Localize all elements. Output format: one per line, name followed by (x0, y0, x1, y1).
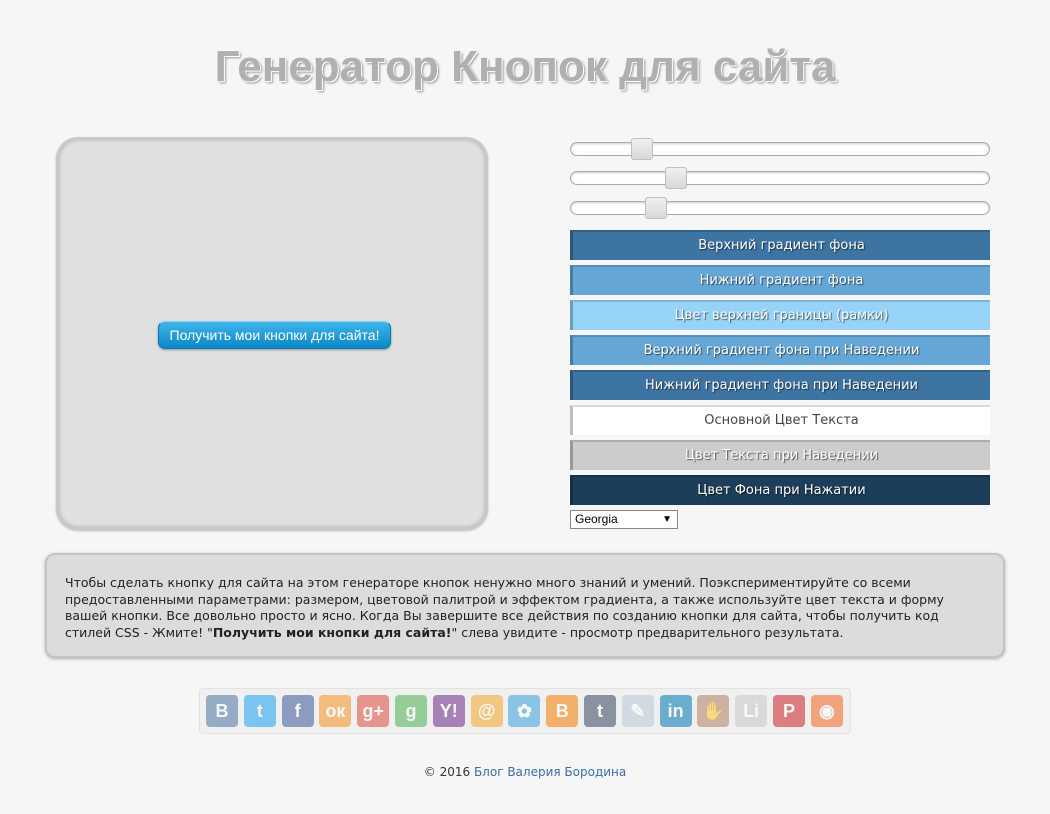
color-button-4[interactable]: Верхний градиент фона при Наведении (570, 335, 990, 365)
mail-ru-icon[interactable]: @ (470, 695, 503, 727)
color-button-1[interactable]: Верхний градиент фона (570, 230, 990, 260)
copyright-text: © 2016 (423, 765, 471, 779)
blog-link[interactable]: Блог Валерия Бородина (474, 765, 626, 779)
share-bar: Вt f ок g+ g Y! @ ✿ Bt ✎ in ✋ Li P ◉ (199, 688, 851, 734)
color-button-3[interactable]: Цвет верхней границы (рамки) (570, 300, 990, 330)
font-select[interactable]: Georgia ▼ (570, 510, 678, 529)
pinterest-icon[interactable]: P (773, 695, 805, 727)
liveinternet-icon[interactable]: Li (735, 695, 768, 727)
slider-handle[interactable] (645, 197, 667, 219)
facebook-icon[interactable]: f (281, 695, 314, 727)
google-icon[interactable]: g (395, 695, 427, 727)
radius-slider[interactable] (570, 197, 990, 219)
dropdown-arrow-icon: ▼ (662, 514, 672, 525)
livejournal-icon[interactable]: ✎ (621, 695, 654, 727)
info-text-end: " слева увидите - просмотр предварительн… (451, 624, 844, 640)
color-button-8[interactable]: Цвет Фона при Нажатии (570, 475, 990, 505)
blogger-icon[interactable]: B (546, 695, 579, 727)
twitter-icon[interactable]: t (243, 695, 276, 727)
vkontakte-icon[interactable]: В (206, 695, 238, 727)
info-box: Чтобы сделать кнопку для сайта на этом г… (45, 553, 1005, 658)
font-select-value: Georgia (575, 512, 618, 526)
yahoo-icon[interactable]: Y! (432, 695, 465, 727)
slider-handle[interactable] (665, 167, 687, 189)
google-plus-icon[interactable]: g+ (357, 695, 390, 727)
page-title: Генератор Кнопок для сайта (214, 42, 836, 91)
color-button-6[interactable]: Основной Цвет Текста (570, 405, 990, 435)
footer: © 2016 Блог Валерия Бородина (0, 765, 1050, 779)
button-preview-panel: Получить мои кнопки для сайта! (56, 137, 488, 530)
color-button-7[interactable]: Цвет Текста при Наведении (570, 440, 990, 470)
info-bold-text: Получить мои кнопки для сайта! (212, 624, 452, 640)
rss-icon[interactable]: ◉ (810, 695, 843, 727)
flower-icon[interactable]: ✿ (508, 695, 541, 727)
padding-slider[interactable] (570, 167, 990, 189)
color-button-5[interactable]: Нижний градиент фона при Наведении (570, 370, 990, 400)
linkedin-icon[interactable]: in (659, 695, 692, 727)
tumblr-icon[interactable]: t (584, 695, 616, 727)
surfingbird-icon[interactable]: ✋ (697, 695, 730, 727)
get-my-buttons-button[interactable]: Получить мои кнопки для сайта! (158, 321, 391, 349)
odnoklassniki-icon[interactable]: ок (319, 695, 352, 727)
slider-handle[interactable] (631, 138, 653, 160)
color-button-2[interactable]: Нижний градиент фона (570, 265, 990, 295)
size-slider[interactable] (570, 138, 990, 160)
